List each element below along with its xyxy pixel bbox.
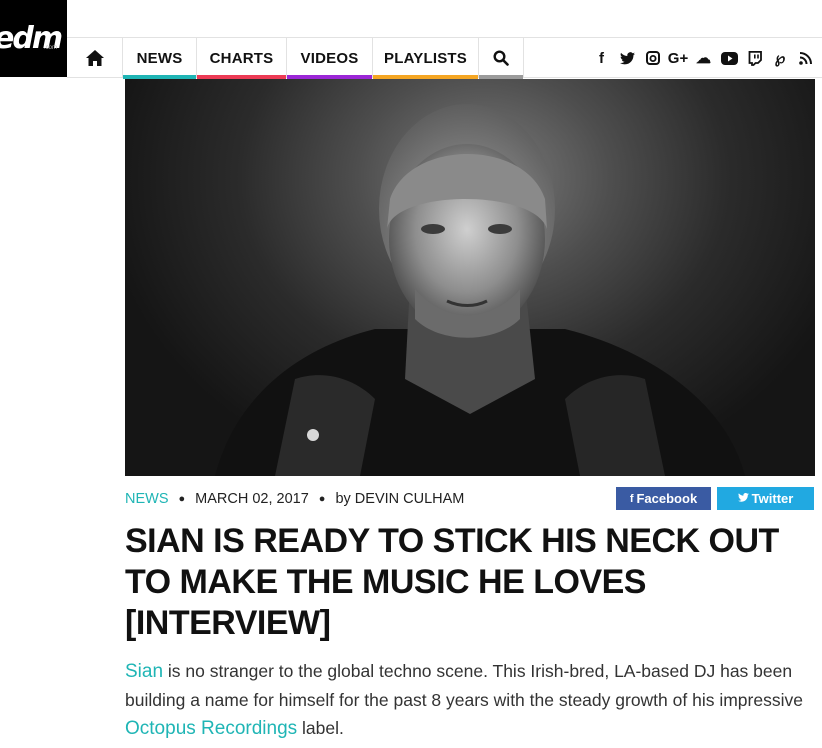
nav-news[interactable]: NEWS	[123, 38, 197, 79]
lead-text-1: is no stranger to the global techno scen…	[125, 661, 803, 710]
share-facebook-label: Facebook	[636, 491, 698, 506]
article-meta: NEWS ● MARCH 02, 2017 ● by DEVIN CULHAM	[125, 488, 464, 510]
search-icon	[493, 50, 509, 66]
article-lead: Sian is no stranger to the global techno…	[125, 657, 815, 743]
search-button[interactable]	[479, 38, 524, 79]
pinterest-icon[interactable]: ℘	[768, 48, 793, 68]
nav-videos[interactable]: VIDEOS	[287, 38, 373, 79]
article-title: SIAN IS READY TO STICK HIS NECK OUT TO M…	[125, 522, 779, 642]
nav-home-button[interactable]	[67, 38, 123, 78]
twitter-icon[interactable]	[615, 48, 640, 68]
article-byline[interactable]: by DEVIN CULHAM	[335, 491, 464, 507]
twitter-icon	[737, 492, 749, 505]
nav-charts-label: CHARTS	[209, 49, 274, 67]
soundcloud-icon[interactable]: ☁	[691, 48, 716, 68]
lead-text-2: label.	[297, 718, 344, 738]
twitch-icon[interactable]	[742, 48, 767, 68]
main-nav: NEWS CHARTS VIDEOS PLAYLISTS f G+ ☁ ℘	[67, 37, 822, 79]
site-logo[interactable]: edm .com	[0, 0, 67, 77]
label-link[interactable]: Octopus Recordings	[125, 718, 297, 739]
google-plus-icon[interactable]: G+	[666, 48, 691, 68]
artist-photo	[215, 104, 745, 476]
nav-playlists-label: PLAYLISTS	[384, 49, 467, 67]
nav-videos-label: VIDEOS	[300, 49, 359, 67]
meta-separator: ●	[178, 493, 186, 505]
nav-playlists[interactable]: PLAYLISTS	[373, 38, 479, 79]
youtube-icon[interactable]	[717, 48, 742, 68]
nav-news-label: NEWS	[136, 49, 183, 67]
social-links: f G+ ☁ ℘	[589, 38, 819, 78]
facebook-icon[interactable]: f	[589, 48, 614, 68]
rss-icon[interactable]	[793, 48, 818, 68]
meta-separator: ●	[318, 493, 326, 505]
hero-image	[125, 79, 815, 476]
share-twitter-button[interactable]: Twitter	[717, 487, 814, 510]
article-date: MARCH 02, 2017	[195, 491, 309, 507]
nav-charts[interactable]: CHARTS	[197, 38, 287, 79]
share-facebook-button[interactable]: f Facebook	[616, 487, 711, 510]
instagram-icon[interactable]	[640, 48, 665, 68]
logo-domain: .com	[44, 45, 58, 51]
facebook-icon: f	[629, 492, 634, 505]
share-twitter-label: Twitter	[751, 491, 794, 506]
article-category-link[interactable]: NEWS	[125, 491, 169, 507]
home-icon	[85, 50, 104, 66]
artist-link[interactable]: Sian	[125, 661, 163, 682]
